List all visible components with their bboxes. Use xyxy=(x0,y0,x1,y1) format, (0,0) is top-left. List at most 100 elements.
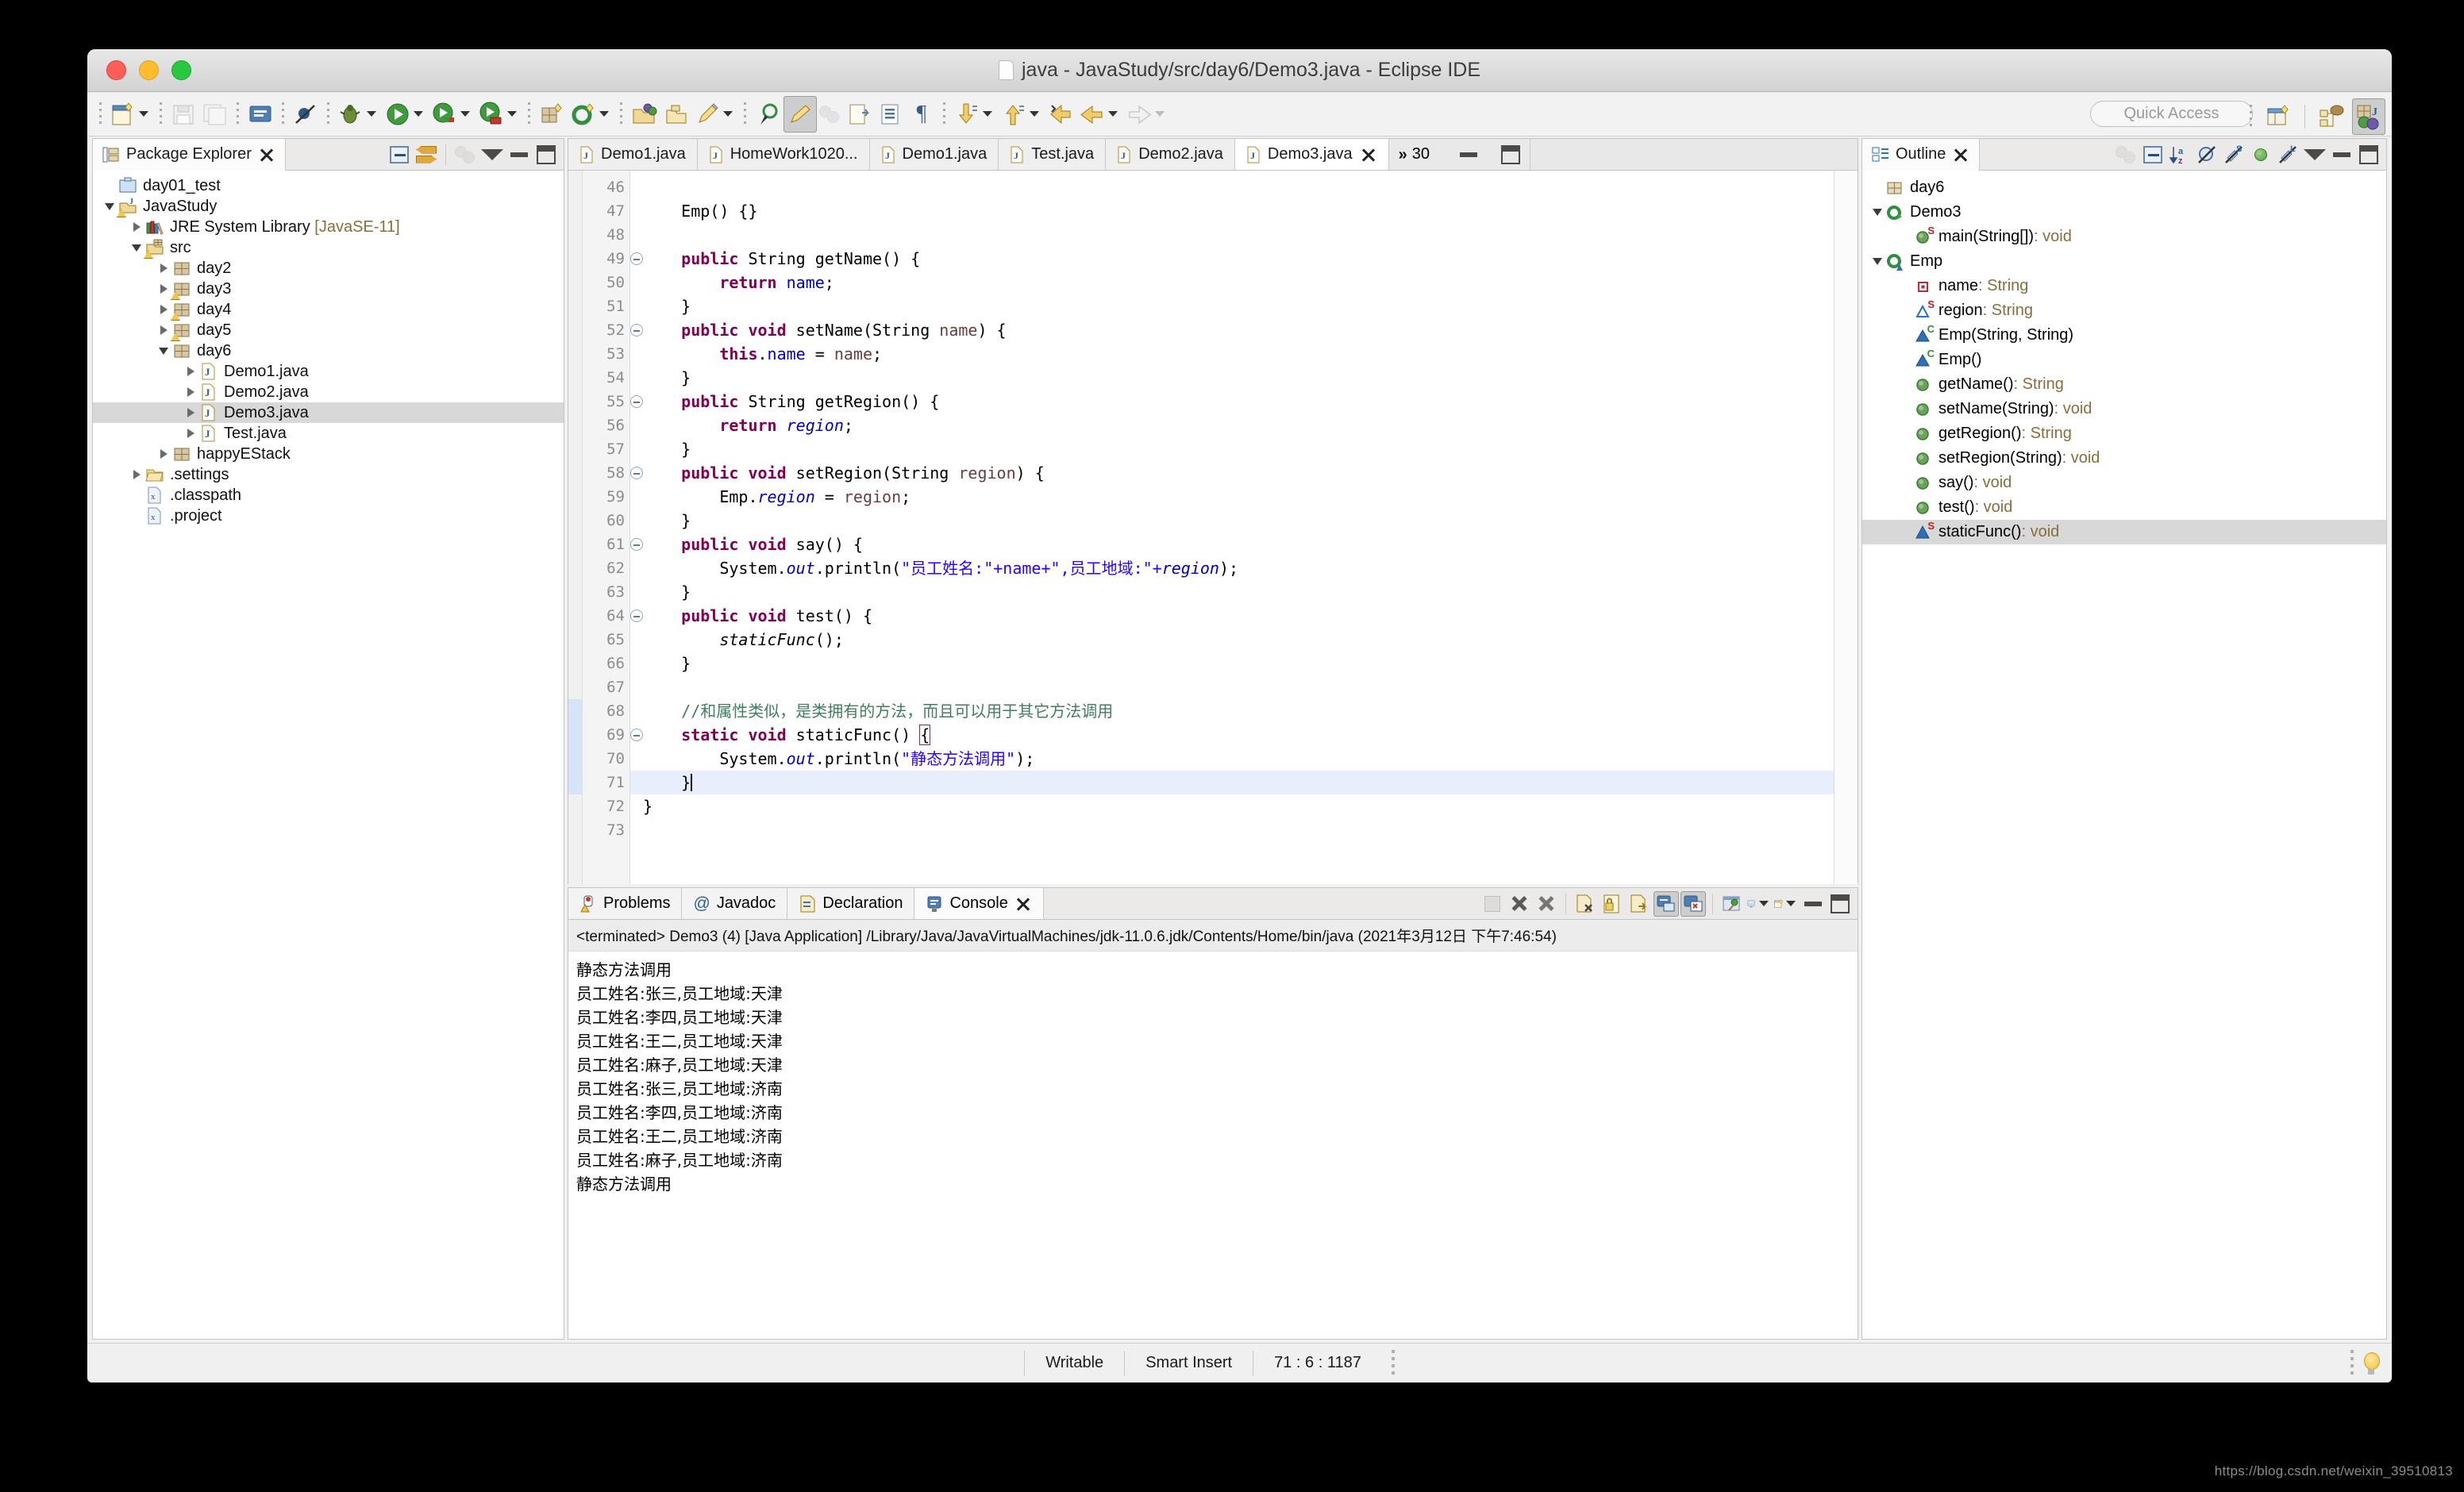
toolbar-forward-button[interactable] xyxy=(1123,96,1170,133)
close-icon[interactable] xyxy=(1952,146,1969,163)
minimize-icon[interactable] xyxy=(1460,152,1477,157)
console-output[interactable]: 静态方法调用 员工姓名:张三,员工地域:天津 员工姓名:李四,员工地域:天津 员工姓名… xyxy=(568,952,1858,1339)
tree-item-src[interactable]: src xyxy=(93,237,564,259)
outline-twistie[interactable] xyxy=(1869,204,1886,221)
tree-twistie[interactable] xyxy=(155,301,172,318)
remove-launch-button[interactable] xyxy=(1507,891,1532,917)
open-console-button[interactable] xyxy=(1773,891,1799,917)
tree-twistie[interactable] xyxy=(155,342,172,360)
view-menu-button[interactable] xyxy=(2302,142,2327,167)
toolbar-new-class-button[interactable] xyxy=(568,96,614,133)
tree-item-day3[interactable]: day3 xyxy=(93,279,564,300)
tree-twistie[interactable] xyxy=(155,260,172,277)
tree-twistie[interactable] xyxy=(128,466,145,483)
tree-twistie[interactable] xyxy=(128,239,145,256)
toolbar-open-type-button[interactable] xyxy=(628,96,660,133)
show-console-standard-error-button[interactable] xyxy=(1681,890,1706,917)
tree-twistie[interactable] xyxy=(182,383,199,401)
toolbar-external-tools-button[interactable] xyxy=(475,96,522,133)
outline-item-say-[interactable]: say() : void xyxy=(1862,471,2386,495)
tree-twistie[interactable] xyxy=(155,445,172,463)
hide-local-types-button[interactable]: L xyxy=(2275,142,2300,167)
outline-content[interactable]: day6 Demo3 Smain(String[]) : void Emp name :… xyxy=(1862,171,2386,1339)
tree-item-jre-system-library[interactable]: JRE System Library [JavaSE-11] xyxy=(93,217,564,237)
toolbar-open-task-button[interactable] xyxy=(660,96,691,133)
minimize-window-button[interactable] xyxy=(139,60,159,80)
outline-item-emp[interactable]: Emp xyxy=(1862,249,2386,274)
editor-body[interactable]: 46 47 48 49 50 51 52 53 54 55 56 57 58 59 60 61 62 63 64 65… xyxy=(568,171,1858,884)
status-drag-handle[interactable] xyxy=(2350,1349,2354,1377)
tree-item-test-java[interactable]: J Test.java xyxy=(93,423,564,444)
editor-tab-demo3-java[interactable]: J Demo3.java xyxy=(1234,139,1389,170)
toolbar-new-task-button[interactable] xyxy=(691,96,738,133)
toolbar-save-all-button[interactable] xyxy=(199,96,231,133)
tree-twistie[interactable] xyxy=(182,404,199,421)
tree-item-day2[interactable]: day2 xyxy=(93,258,564,279)
tree-item-day4[interactable]: day4 xyxy=(93,299,564,321)
pin-console-button[interactable] xyxy=(1719,891,1745,917)
maximize-view-button[interactable] xyxy=(533,142,559,167)
link-with-editor-button[interactable] xyxy=(414,142,439,167)
tab-javadoc[interactable]: @ Javadoc xyxy=(682,888,788,919)
tree-item--settings[interactable]: .settings xyxy=(93,464,564,485)
outline-item-staticfunc-[interactable]: SstaticFunc() : void xyxy=(1862,520,2386,544)
perspective-java-button[interactable]: J xyxy=(2352,98,2385,135)
toolbar-previous-annotation-button[interactable] xyxy=(998,96,1045,133)
outline-item-getregion-[interactable]: getRegion() : String xyxy=(1862,421,2386,446)
editor-tab-homework1020-[interactable]: J HomeWork1020... xyxy=(697,139,870,170)
editor-tabs-overflow[interactable]: » 30 xyxy=(1388,139,1530,170)
perspective-drag-handle[interactable] xyxy=(2250,105,2252,129)
open-console-dropdown-arrow[interactable] xyxy=(1786,901,1796,906)
editor-tab-demo1-java[interactable]: J Demo1.java xyxy=(568,139,698,170)
run-as-dropdown-arrow[interactable] xyxy=(460,111,470,117)
toolbar-print-button[interactable] xyxy=(244,96,276,133)
toolbar-save-button[interactable] xyxy=(167,96,199,133)
outline-item-name[interactable]: name : String xyxy=(1862,274,2386,298)
tree-item-day6[interactable]: day6 xyxy=(93,340,564,361)
scroll-lock-button[interactable] xyxy=(1600,891,1625,917)
zoom-window-button[interactable] xyxy=(171,60,191,80)
tab-outline[interactable]: Outline xyxy=(1862,139,1981,171)
tree-item-day5[interactable]: day5 xyxy=(93,320,564,341)
toolbar-last-edit-location-button[interactable] xyxy=(1045,96,1076,133)
tree-twistie[interactable] xyxy=(155,280,172,298)
toolbar-run-as-button[interactable] xyxy=(429,96,475,133)
source-code[interactable]: Emp() {} public String getName() { retur… xyxy=(630,171,1858,884)
focus-on-active-task-button[interactable] xyxy=(452,142,478,167)
tree-item-day01-test[interactable]: day01_test xyxy=(93,175,564,196)
toolbar-new-package-button[interactable] xyxy=(536,96,568,133)
tab-problems[interactable]: Problems xyxy=(568,888,683,919)
editor-tab-test-java[interactable]: J Test.java xyxy=(999,139,1107,170)
display-selected-console-button[interactable] xyxy=(1746,891,1772,917)
tree-item-javastudy[interactable]: J JavaStudy xyxy=(93,196,564,217)
forward-dropdown-arrow[interactable] xyxy=(1155,111,1165,117)
outline-item-setregion-string-[interactable]: setRegion(String) : void xyxy=(1862,446,2386,471)
tree-item-demo1-java[interactable]: J Demo1.java xyxy=(93,361,564,382)
outline-item-region[interactable]: Sregion : String xyxy=(1862,298,2386,323)
minimize-console-button[interactable] xyxy=(1800,891,1826,917)
back-dropdown-arrow[interactable] xyxy=(1108,111,1118,117)
previous-annotation-dropdown-arrow[interactable] xyxy=(1030,111,1039,117)
run-dropdown-arrow[interactable] xyxy=(414,111,423,117)
overview-ruler[interactable] xyxy=(1834,171,1858,884)
hide-static-button[interactable]: S xyxy=(2221,142,2246,167)
hide-fields-button[interactable] xyxy=(2194,142,2220,167)
tab-declaration[interactable]: Declaration xyxy=(787,888,915,919)
tree-twistie[interactable] xyxy=(128,218,145,236)
outline-twistie[interactable] xyxy=(1869,253,1886,271)
tree-item-demo2-java[interactable]: J Demo2.java xyxy=(93,382,564,402)
close-icon[interactable] xyxy=(1014,895,1032,913)
editor-tab-demo2-java[interactable]: J Demo2.java xyxy=(1106,139,1235,170)
status-drag-handle[interactable] xyxy=(1391,1349,1395,1377)
toolbar-debug-button[interactable] xyxy=(335,96,382,133)
next-annotation-dropdown-arrow[interactable] xyxy=(983,111,992,117)
minimize-view-button[interactable] xyxy=(2329,142,2354,167)
toolbar-last-edit-button[interactable] xyxy=(842,96,874,133)
new-task-dropdown-arrow[interactable] xyxy=(723,111,733,117)
display-console-dropdown-arrow[interactable] xyxy=(1759,901,1769,906)
tree-twistie[interactable] xyxy=(182,363,199,380)
toolbar-next-annotation-button[interactable] xyxy=(951,96,998,133)
outline-item-setname-string-[interactable]: setName(String) : void xyxy=(1862,397,2386,421)
collapse-all-button[interactable] xyxy=(387,142,412,167)
outline-item-demo3[interactable]: Demo3 xyxy=(1862,200,2386,225)
